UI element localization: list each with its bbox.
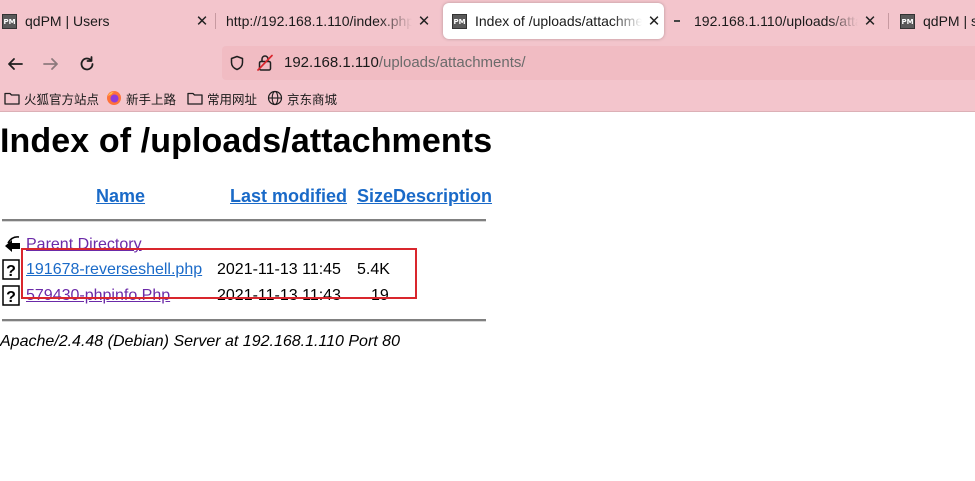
back-button[interactable]	[2, 51, 28, 77]
url-host: 192.168.1.110	[284, 54, 379, 71]
bookmark-firefox-official[interactable]: 火狐官方站点	[4, 88, 99, 108]
url-text[interactable]: 192.168.1.110/uploads/attachments/	[284, 54, 526, 71]
reload-icon	[80, 56, 94, 71]
divider-bottom	[2, 319, 486, 322]
close-tab-icon[interactable]: ✕	[416, 12, 432, 30]
tab-title: qdPM | se	[923, 13, 975, 29]
tab-uploads-attach[interactable]: 192.168.1.110/uploads/attach ✕	[668, 3, 880, 39]
tab-qdpm-se[interactable]: PM qdPM | se	[898, 3, 975, 39]
tab-index-of-attachments[interactable]: PM Index of /uploads/attachmen ✕	[443, 3, 664, 39]
firefox-icon	[106, 90, 122, 106]
forward-button[interactable]	[38, 51, 64, 77]
arrow-right-icon	[43, 58, 58, 70]
bookmark-jd-mall[interactable]: 京东商城	[267, 88, 337, 108]
divider-top	[2, 219, 486, 222]
tab-title: Index of /uploads/attachmen	[475, 13, 642, 29]
tab-strip: PM qdPM | Users ✕ http://192.168.1.110/i…	[0, 0, 975, 42]
bookmark-getting-started[interactable]: 新手上路	[106, 88, 176, 108]
svg-text:?: ?	[6, 263, 16, 280]
tab-title: 192.168.1.110/uploads/attach	[694, 13, 858, 29]
bookmarks-toolbar: 火狐官方站点 新手上路 常用网址 京东商城	[0, 84, 975, 112]
tab-index-php[interactable]: http://192.168.1.110/index.php/c ✕	[222, 3, 434, 39]
server-signature: Apache/2.4.48 (Debian) Server at 192.168…	[0, 333, 400, 350]
directory-listing-page: Index of /uploads/attachments Name Last …	[0, 112, 975, 481]
folder-icon	[4, 90, 20, 106]
address-bar[interactable]: 192.168.1.110/uploads/attachments/	[222, 46, 975, 80]
tab-title: qdPM | Users	[25, 13, 110, 29]
close-tab-icon[interactable]: ✕	[646, 12, 662, 30]
column-header-size[interactable]: Size	[357, 186, 393, 207]
column-header-description[interactable]: Description	[393, 186, 492, 207]
highlight-annotation-box	[21, 248, 417, 299]
insecure-lock-icon[interactable]	[257, 54, 273, 72]
unknown-file-icon: ?	[2, 259, 20, 280]
bookmark-label: 新手上路	[126, 92, 177, 107]
back-arrow-icon	[5, 236, 20, 252]
column-header-name[interactable]: Name	[96, 186, 145, 207]
bookmark-label: 常用网址	[207, 92, 258, 107]
close-tab-icon[interactable]: ✕	[194, 12, 210, 30]
tab-qdpm-users[interactable]: PM qdPM | Users ✕	[0, 3, 212, 39]
bookmark-common-sites[interactable]: 常用网址	[187, 88, 257, 108]
tab-separator	[215, 13, 216, 29]
qdpm-favicon-icon: PM	[900, 13, 915, 29]
folder-icon	[187, 90, 203, 106]
tracking-protection-shield-icon[interactable]	[229, 55, 245, 71]
close-tab-icon[interactable]: ✕	[862, 12, 878, 30]
svg-text:?: ?	[6, 289, 16, 306]
column-header-last-modified[interactable]: Last modified	[230, 186, 347, 207]
qdpm-favicon-icon: PM	[2, 13, 17, 29]
bookmark-label: 京东商城	[287, 92, 338, 107]
tab-title: http://192.168.1.110/index.php/c	[226, 13, 412, 29]
globe-icon	[267, 90, 283, 106]
reload-button[interactable]	[74, 51, 100, 77]
url-path: /uploads/attachments/	[378, 54, 526, 71]
page-title: Index of /uploads/attachments	[0, 122, 493, 160]
qdpm-favicon-icon: PM	[452, 13, 467, 29]
arrow-left-icon	[8, 58, 23, 70]
tab-separator	[888, 13, 889, 29]
unknown-file-icon: ?	[2, 285, 20, 306]
bookmark-label: 火狐官方站点	[24, 92, 100, 107]
loading-dot-icon	[674, 20, 680, 22]
navigation-toolbar: 192.168.1.110/uploads/attachments/	[0, 42, 975, 84]
